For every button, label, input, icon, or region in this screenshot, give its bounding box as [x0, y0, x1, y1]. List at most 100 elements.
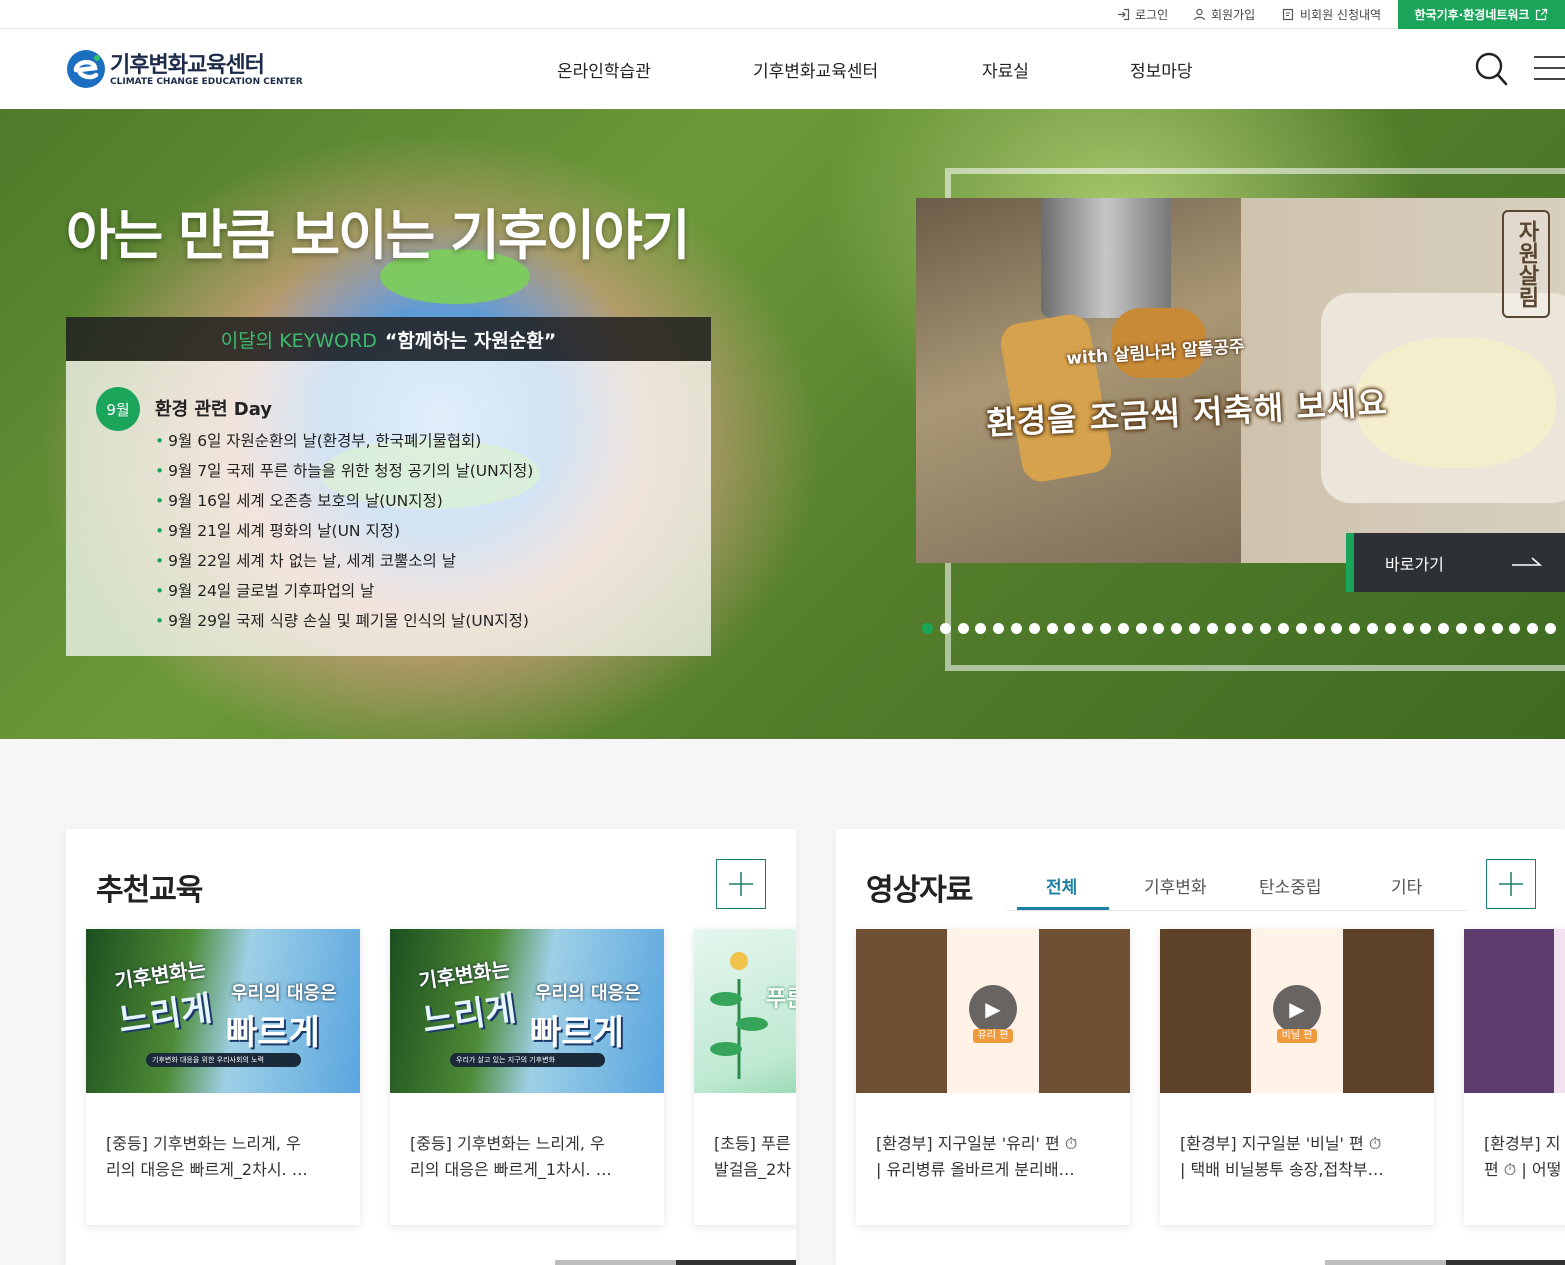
tab-carbon-neutral[interactable]: 탄소중립	[1259, 873, 1322, 898]
recommended-slider-track[interactable]	[555, 1260, 676, 1265]
video-slider-track[interactable]	[1325, 1260, 1446, 1265]
day-heading: 환경 관련 Day	[155, 399, 273, 420]
pagination-dot[interactable]	[993, 623, 1005, 634]
search-icon[interactable]	[1474, 51, 1508, 87]
video-thumbnail: ▶ 유리 편	[856, 929, 1130, 1093]
month-badge: 9월	[96, 387, 140, 431]
pagination-dot[interactable]	[1171, 623, 1183, 634]
pagination-dot[interactable]	[1544, 623, 1556, 634]
signup-link[interactable]: 회원가입	[1193, 0, 1255, 29]
video-card[interactable]: [환경부] 지 편 ⏱ | 어떻	[1464, 929, 1565, 1225]
arrow-right-icon	[1512, 557, 1542, 566]
pagination-dot[interactable]	[1331, 623, 1343, 634]
hero-banner: 아는 만큼 보이는 기후이야기 이달의 KEYWORD “함께하는 자원순환” …	[0, 109, 1565, 739]
keyword-label: 이달의 KEYWORD	[220, 329, 377, 352]
recommended-more-button[interactable]	[716, 859, 766, 909]
nav-archive[interactable]: 자료실	[982, 57, 1029, 82]
tab-all[interactable]: 전체	[1046, 873, 1077, 898]
pagination-dot[interactable]	[1384, 623, 1396, 634]
video-thumbnail: ▶ 비닐 편	[1160, 929, 1434, 1093]
pagination-dot[interactable]	[1402, 623, 1414, 634]
play-icon[interactable]: ▶	[1273, 985, 1321, 1033]
pagination-dot[interactable]	[1064, 623, 1076, 634]
external-link-icon	[1536, 8, 1548, 21]
video-slider-thumb[interactable]	[1446, 1260, 1565, 1265]
pagination-dot[interactable]	[975, 623, 987, 634]
pagination-dot[interactable]	[957, 623, 969, 634]
pagination-dot[interactable]	[1242, 623, 1254, 634]
card-title-line: [중등] 기후변화는 느리게, 우	[410, 1134, 605, 1153]
pagination-dot[interactable]	[939, 623, 951, 634]
play-icon[interactable]: ▶	[969, 985, 1017, 1033]
thumb-text: 우리의 대응은	[535, 983, 641, 1004]
login-link[interactable]: 로그인	[1117, 0, 1168, 29]
plus-icon	[729, 872, 753, 896]
pagination-dot[interactable]	[1295, 623, 1307, 634]
recommended-slider-thumb[interactable]	[676, 1260, 796, 1265]
pagination-dot[interactable]	[1349, 623, 1361, 634]
card-title: [환경부] 지구일분 '유리' 편 ⏱ | 유리병류 올바르게 분리배…	[876, 1131, 1110, 1183]
pagination-dot[interactable]	[1527, 623, 1539, 634]
list-item: 9월 21일 세계 평화의 날(UN 지정)	[155, 519, 533, 549]
plus-icon	[1499, 872, 1523, 896]
keyword-value: “함께하는 자원순환”	[384, 329, 557, 352]
logo-subtitle: CLIMATE CHANGE EDUCATION CENTER	[110, 77, 303, 87]
pagination-dot[interactable]	[1473, 623, 1485, 634]
go-button[interactable]: 바로가기	[1346, 533, 1565, 592]
video-more-button[interactable]	[1486, 859, 1536, 909]
pagination-dot[interactable]	[1082, 623, 1094, 634]
hero-slide-image[interactable]: with 살림나라 알뜰공주 환경을 조금씩 저축해 보세요 자원살림	[916, 198, 1565, 563]
environment-day-list: 9월 6일 자원순환의 날(환경부, 한국폐기물협회) 9월 7일 국제 푸른 …	[155, 429, 533, 639]
pagination-dot[interactable]	[1491, 623, 1503, 634]
environment-day-box: 9월 환경 관련 Day 9월 6일 자원순환의 날(환경부, 한국폐기물협회)…	[66, 361, 711, 656]
education-card[interactable]: 푸른 나의 [초등] 푸른 발걸음_2차	[694, 929, 796, 1225]
site-logo[interactable]: 기후변화교육센터 CLIMATE CHANGE EDUCATION CENTER	[66, 47, 306, 93]
pagination-dot[interactable]	[1135, 623, 1147, 634]
pagination-dot[interactable]	[1260, 623, 1272, 634]
tab-etc[interactable]: 기타	[1391, 873, 1422, 898]
pagination-dot[interactable]	[1313, 623, 1325, 634]
thumb-text: 빠르게	[226, 1013, 320, 1053]
pagination-dot[interactable]	[1366, 623, 1378, 634]
nonmember-link[interactable]: 비회원 신청내역	[1282, 0, 1381, 29]
pagination-dot[interactable]	[1509, 623, 1521, 634]
nav-education-center[interactable]: 기후변화교육센터	[753, 57, 878, 82]
pagination-dot[interactable]	[1153, 623, 1165, 634]
pagination-dot[interactable]	[1010, 623, 1022, 634]
keyword-bar: 이달의 KEYWORD “함께하는 자원순환”	[66, 317, 711, 361]
pagination-dot[interactable]	[1455, 623, 1467, 634]
pagination-dot[interactable]	[1224, 623, 1236, 634]
card-title-line: | 유리병류 올바르게 분리배…	[876, 1160, 1075, 1179]
card-title: [환경부] 지 편 ⏱ | 어떻	[1484, 1131, 1565, 1183]
pagination-dot[interactable]	[1277, 623, 1289, 634]
card-title-line: [초등] 푸른	[714, 1134, 791, 1153]
thumb-text: 푸른 나의	[766, 987, 796, 1012]
pagination-dot[interactable]	[1046, 623, 1058, 634]
login-label: 로그인	[1135, 8, 1169, 22]
pagination-dot[interactable]	[1438, 623, 1450, 634]
pagination-dot[interactable]	[922, 623, 933, 634]
pagination-dot[interactable]	[1117, 623, 1129, 634]
list-item: 9월 6일 자원순환의 날(환경부, 한국폐기물협회)	[155, 429, 533, 459]
pagination-dot[interactable]	[1099, 623, 1111, 634]
nav-information[interactable]: 정보마당	[1130, 57, 1193, 82]
card-title-line: 편 ⏱ | 어떻	[1484, 1160, 1562, 1179]
pagination-dot[interactable]	[1028, 623, 1040, 634]
education-thumbnail: 기후변화는 느리게 우리의 대응은 빠르게 기후변화 대응을 위한 우리사회의 …	[86, 929, 360, 1093]
nav-online-learning[interactable]: 온라인학습관	[557, 57, 651, 82]
video-card[interactable]: ▶ 유리 편 [환경부] 지구일분 '유리' 편 ⏱ | 유리병류 올바르게 분…	[856, 929, 1130, 1225]
education-card[interactable]: 기후변화는 느리게 우리의 대응은 빠르게 기후변화 대응을 위한 우리사회의 …	[86, 929, 360, 1225]
video-card[interactable]: ▶ 비닐 편 [환경부] 지구일분 '비닐' 편 ⏱ | 택배 비닐봉투 송장,…	[1160, 929, 1434, 1225]
menu-icon[interactable]	[1534, 55, 1565, 81]
video-label: 유리 편	[973, 1029, 1013, 1043]
pagination-dot[interactable]	[1188, 623, 1200, 634]
education-card[interactable]: 기후변화는 느리게 우리의 대응은 빠르게 우리가 살고 있는 지구의 기후변화…	[390, 929, 664, 1225]
active-tab-indicator	[1017, 907, 1109, 910]
site-header: 기후변화교육센터 CLIMATE CHANGE EDUCATION CENTER…	[0, 29, 1565, 109]
plant-illustration	[710, 952, 768, 1079]
thumb-side	[856, 929, 947, 1093]
tab-climate-change[interactable]: 기후변화	[1144, 873, 1207, 898]
pagination-dot[interactable]	[1206, 623, 1218, 634]
network-link[interactable]: 한국기후·환경네트워크	[1398, 0, 1565, 29]
pagination-dot[interactable]	[1420, 623, 1432, 634]
